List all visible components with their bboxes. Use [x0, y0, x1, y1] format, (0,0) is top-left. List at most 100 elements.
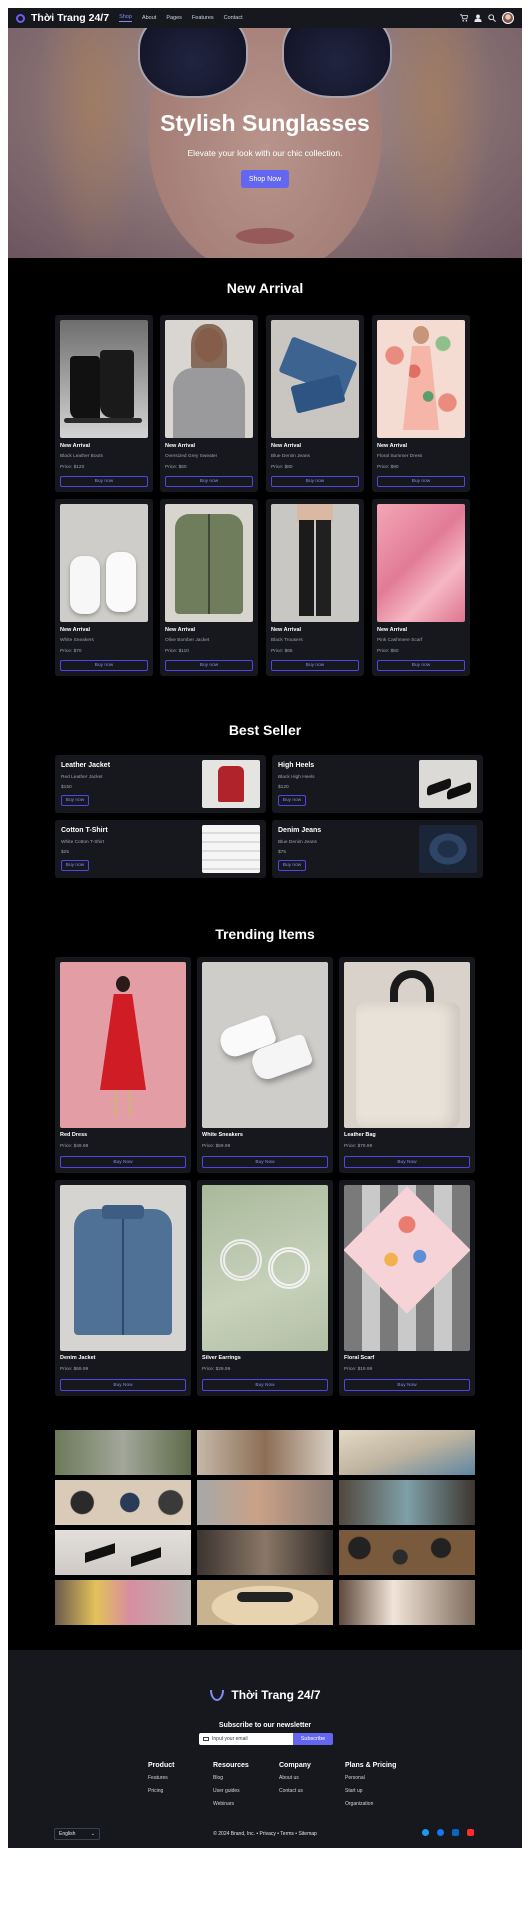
- buy-now-button[interactable]: Buy now: [278, 795, 306, 806]
- product-image-boots[interactable]: [60, 320, 148, 438]
- gallery-image[interactable]: [339, 1580, 475, 1625]
- gallery-image[interactable]: [197, 1430, 333, 1475]
- trending-card: Silver Earrings Price: $29.99 Buy Now: [197, 1180, 333, 1396]
- buy-now-button[interactable]: Buy Now: [60, 1156, 186, 1168]
- buy-now-button[interactable]: Buy Now: [202, 1379, 328, 1391]
- nav-link-about[interactable]: About: [142, 15, 156, 21]
- footer-link[interactable]: Personal: [345, 1775, 396, 1781]
- brand-logo-icon[interactable]: [16, 13, 25, 23]
- product-image-trousers[interactable]: [271, 504, 359, 622]
- best-seller-image-denim-jeans[interactable]: [419, 825, 477, 873]
- product-image-cashmere-scarf[interactable]: [377, 504, 465, 622]
- footer-link[interactable]: Start up: [345, 1788, 396, 1794]
- footer-column-heading: Plans & Pricing: [345, 1762, 397, 1769]
- product-tag: New Arrival: [165, 627, 196, 633]
- subscribe-button[interactable]: Subscribe: [293, 1733, 333, 1745]
- search-icon[interactable]: [488, 14, 496, 22]
- buy-now-button[interactable]: Buy now: [60, 660, 148, 671]
- linkedin-icon[interactable]: [452, 1829, 459, 1836]
- gallery-image[interactable]: [197, 1580, 333, 1625]
- brand-name[interactable]: Thời Trang 24/7: [31, 12, 109, 24]
- footer-link[interactable]: Pricing: [148, 1788, 174, 1794]
- twitter-icon[interactable]: [422, 1829, 429, 1836]
- footer-link[interactable]: Blog: [213, 1775, 249, 1781]
- product-tag: New Arrival: [271, 443, 302, 449]
- footer-brand-name[interactable]: Thời Trang 24/7: [231, 1688, 320, 1702]
- buy-now-button[interactable]: Buy now: [165, 660, 253, 671]
- footer-link[interactable]: Contact us: [279, 1788, 311, 1794]
- email-input[interactable]: Input your email: [199, 1733, 293, 1745]
- trending-image-red-dress[interactable]: [60, 962, 186, 1128]
- footer-link[interactable]: Features: [148, 1775, 174, 1781]
- product-image-sneakers[interactable]: [60, 504, 148, 622]
- shop-now-button[interactable]: Shop Now: [241, 170, 289, 188]
- gallery-image[interactable]: [55, 1530, 191, 1575]
- buy-now-button[interactable]: Buy Now: [344, 1379, 470, 1391]
- buy-now-button[interactable]: Buy now: [271, 476, 359, 487]
- gallery-image[interactable]: [55, 1430, 191, 1475]
- buy-now-button[interactable]: Buy now: [377, 660, 465, 671]
- avatar[interactable]: [502, 12, 514, 24]
- gallery-image[interactable]: [55, 1480, 191, 1525]
- best-seller-image-leather-jacket[interactable]: [202, 760, 260, 808]
- youtube-icon[interactable]: [467, 1829, 474, 1836]
- email-placeholder: Input your email: [212, 1736, 248, 1742]
- trending-card: Floral Scarf Price: $19.99 Buy Now: [339, 1180, 475, 1396]
- product-image-bomber-jacket[interactable]: [165, 504, 253, 622]
- product-tag: New Arrival: [165, 443, 196, 449]
- gallery-image[interactable]: [197, 1530, 333, 1575]
- nav-link-shop[interactable]: Shop: [119, 14, 132, 22]
- gallery-image[interactable]: [55, 1580, 191, 1625]
- trending-price: Price: $19.99: [344, 1367, 373, 1372]
- trending-card: Red Dress Price: $49.99 Buy Now: [55, 957, 191, 1173]
- trending-image-floral-scarf[interactable]: [344, 1185, 470, 1351]
- product-image-jeans[interactable]: [271, 320, 359, 438]
- best-seller-price: $75: [278, 850, 287, 855]
- best-seller-image-high-heels[interactable]: [419, 760, 477, 808]
- buy-now-button[interactable]: Buy Now: [344, 1156, 470, 1168]
- buy-now-button[interactable]: Buy now: [165, 476, 253, 487]
- buy-now-button[interactable]: Buy Now: [60, 1379, 186, 1391]
- product-card: New Arrival Black Leather Boots Price: $…: [55, 315, 153, 492]
- trending-card: White Sneakers Price: $59.99 Buy Now: [197, 957, 333, 1173]
- product-name: Floral Summer Dress: [377, 454, 423, 459]
- buy-now-button[interactable]: Buy Now: [202, 1156, 328, 1168]
- product-image-floral-dress[interactable]: [377, 320, 465, 438]
- footer-link[interactable]: User guides: [213, 1788, 249, 1794]
- nav-links: Shop About Pages Features Contact: [119, 14, 243, 22]
- footer-link[interactable]: About us: [279, 1775, 311, 1781]
- best-seller-price: $120: [278, 785, 289, 790]
- footer-column-resources: Resources Blog User guides Webinars: [213, 1762, 249, 1814]
- buy-now-button[interactable]: Buy now: [271, 660, 359, 671]
- product-name: Black Leather Boots: [60, 454, 103, 459]
- trending-image-denim-jacket[interactable]: [60, 1185, 186, 1351]
- product-image-sweater[interactable]: [165, 320, 253, 438]
- nav-link-pages[interactable]: Pages: [166, 15, 182, 21]
- nav-link-contact[interactable]: Contact: [224, 15, 243, 21]
- best-seller-image-tshirt[interactable]: [202, 825, 260, 873]
- trending-image-leather-bag[interactable]: [344, 962, 470, 1128]
- facebook-icon[interactable]: [437, 1829, 444, 1836]
- gallery-image[interactable]: [339, 1430, 475, 1475]
- buy-now-button[interactable]: Buy now: [278, 860, 306, 871]
- buy-now-button[interactable]: Buy now: [60, 476, 148, 487]
- buy-now-button[interactable]: Buy now: [61, 860, 89, 871]
- gallery-image[interactable]: [197, 1480, 333, 1525]
- user-icon[interactable]: [474, 14, 482, 22]
- footer-column-heading: Resources: [213, 1762, 249, 1769]
- buy-now-button[interactable]: Buy now: [377, 476, 465, 487]
- social-links: [422, 1829, 474, 1836]
- cart-icon[interactable]: [460, 14, 468, 22]
- trending-image-silver-earrings[interactable]: [202, 1185, 328, 1351]
- brand-logo-icon[interactable]: [209, 1688, 225, 1702]
- nav-link-features[interactable]: Features: [192, 15, 214, 21]
- gallery-image[interactable]: [339, 1480, 475, 1525]
- footer-link[interactable]: Webinars: [213, 1801, 249, 1807]
- trending-name: Denim Jacket: [60, 1355, 96, 1361]
- product-card: New Arrival Blue Denim Jeans Price: $80 …: [266, 315, 364, 492]
- trending-price: Price: $69.99: [60, 1367, 89, 1372]
- gallery-image[interactable]: [339, 1530, 475, 1575]
- footer-link[interactable]: Organization: [345, 1801, 396, 1807]
- trending-image-white-sneakers[interactable]: [202, 962, 328, 1128]
- buy-now-button[interactable]: Buy now: [61, 795, 89, 806]
